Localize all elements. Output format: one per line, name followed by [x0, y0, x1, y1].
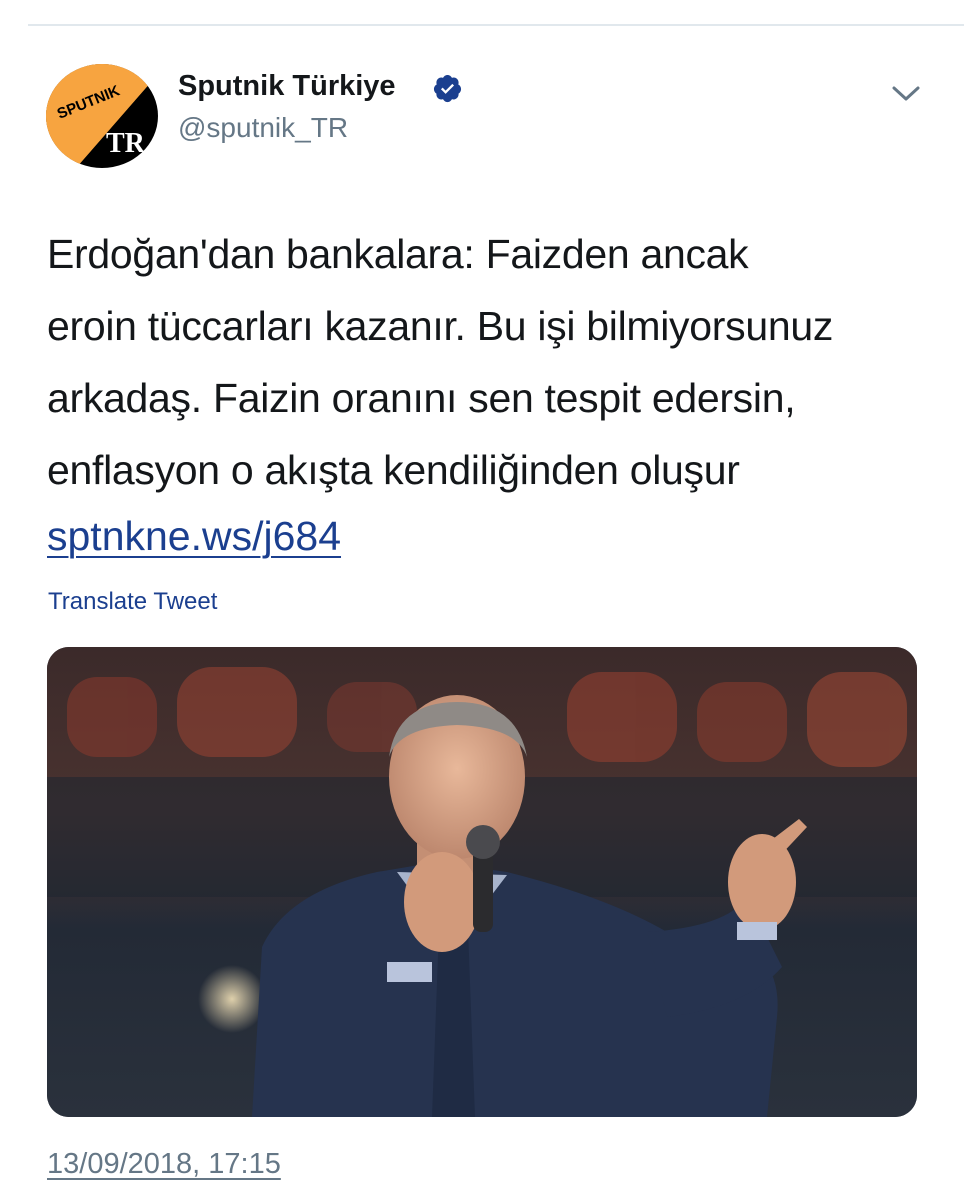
tweet-text-line: eroin tüccarları kazanır. Bu işi bilmiyo…: [47, 303, 834, 349]
tweet-text: Erdoğan'dan bankalara: Faizden ancak ero…: [47, 218, 927, 506]
tweet-text-line: enflasyon o akışta kendiliğinden oluşur: [47, 447, 740, 493]
speaker-photo-image: [47, 647, 917, 1117]
sputnik-logo-icon: SPUTNIK TR: [46, 64, 158, 168]
top-divider: [28, 24, 964, 26]
tweet-text-line: Erdoğan'dan bankalara: Faizden ancak: [47, 231, 749, 277]
avatar-region-text: TR: [106, 128, 146, 159]
tweet-timestamp[interactable]: 13/09/2018, 17:15: [47, 1148, 281, 1181]
tweet-link[interactable]: sptnkne.ws/j684: [47, 500, 341, 572]
account-handle[interactable]: @sputnik_TR: [178, 112, 348, 144]
verified-badge-icon: [432, 73, 463, 104]
translate-tweet-link[interactable]: Translate Tweet: [48, 588, 217, 616]
chevron-down-icon[interactable]: [888, 78, 924, 108]
tweet-photo[interactable]: [47, 647, 917, 1117]
display-name[interactable]: Sputnik Türkiye: [178, 70, 396, 103]
tweet-text-line: arkadaş. Faizin oranını sen tespit eders…: [47, 375, 796, 421]
avatar[interactable]: SPUTNIK TR: [46, 64, 158, 168]
